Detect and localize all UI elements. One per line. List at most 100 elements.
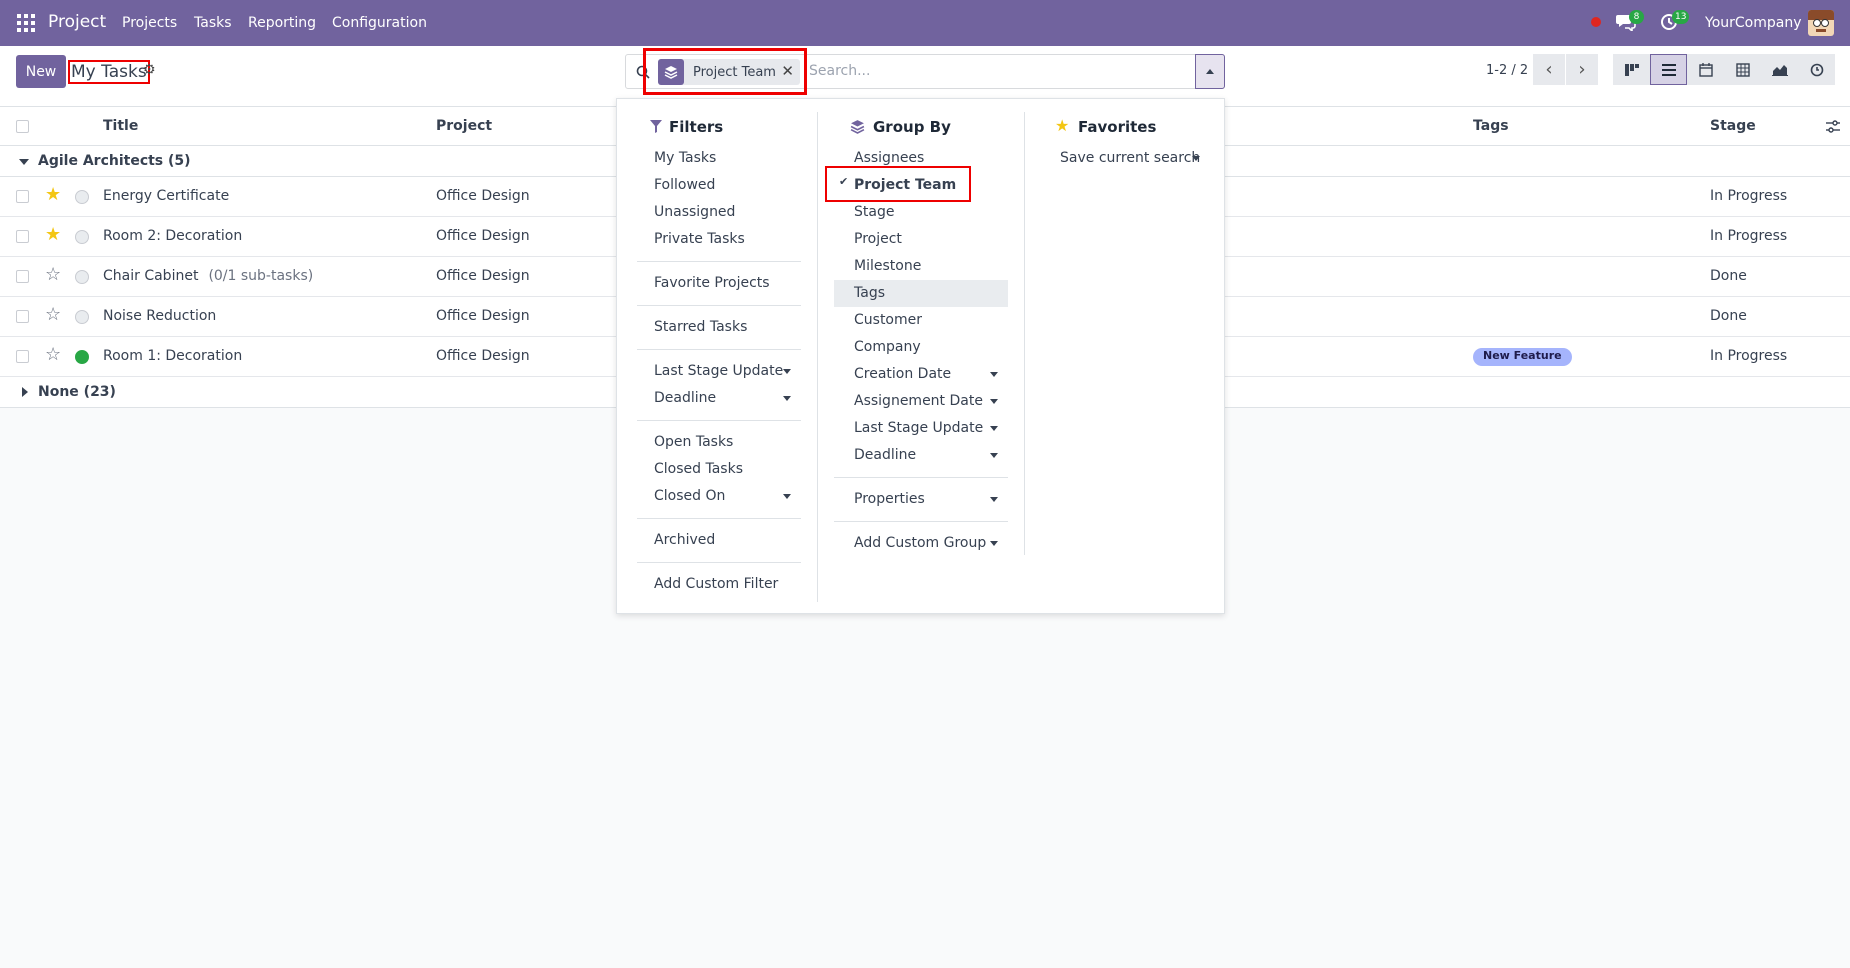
column-tags[interactable]: Tags [1473, 118, 1509, 134]
menu-projects[interactable]: Projects [122, 15, 177, 31]
breadcrumb: My Tasks [68, 60, 150, 84]
user-avatar[interactable] [1808, 10, 1834, 36]
close-icon[interactable]: ✕ [781, 62, 794, 80]
filter-followed[interactable]: Followed [654, 172, 715, 199]
app-brand[interactable]: Project [48, 12, 106, 32]
column-stage[interactable]: Stage [1710, 118, 1756, 134]
new-button[interactable]: New [16, 55, 66, 88]
groupby-company[interactable]: Company [854, 334, 921, 361]
divider [834, 477, 1008, 478]
task-stage: In Progress [1710, 188, 1788, 204]
calendar-view-button[interactable] [1687, 54, 1724, 85]
table-icon [1735, 62, 1750, 77]
add-custom-filter[interactable]: Add Custom Filter [654, 571, 778, 598]
favorites-heading: Favorites [1078, 118, 1157, 136]
status-dot[interactable] [75, 230, 89, 244]
divider [637, 261, 801, 262]
groupby-customer[interactable]: Customer [854, 307, 922, 334]
search-input[interactable] [809, 63, 1189, 79]
group-label: Agile Architects (5) [38, 153, 191, 169]
apps-menu-icon[interactable] [17, 14, 35, 32]
pager-value[interactable]: 1-2 / 2 [1486, 63, 1528, 78]
row-checkbox[interactable] [16, 190, 29, 203]
groupby-deadline[interactable]: Deadline [854, 442, 916, 469]
star-outline-icon[interactable]: ☆ [45, 266, 61, 284]
column-project[interactable]: Project [436, 118, 492, 134]
task-stage: Done [1710, 268, 1747, 284]
activities-icon[interactable]: 13 [1660, 10, 1690, 33]
filter-unassigned[interactable]: Unassigned [654, 199, 735, 226]
groupby-assignement-date[interactable]: Assignement Date [854, 388, 983, 415]
search-facet[interactable]: Project Team ✕ [658, 59, 800, 85]
recording-indicator-icon[interactable] [1591, 17, 1601, 27]
optional-columns-icon[interactable] [1826, 120, 1840, 137]
row-checkbox[interactable] [16, 230, 29, 243]
star-icon[interactable]: ★ [45, 226, 61, 244]
activities-badge: 13 [1672, 10, 1690, 24]
groupby-milestone[interactable]: Milestone [854, 253, 921, 280]
status-dot[interactable] [75, 190, 89, 204]
caret-up-icon [1206, 69, 1214, 74]
filter-closed-tasks[interactable]: Closed Tasks [654, 456, 743, 483]
task-project: Office Design [436, 228, 530, 244]
filter-deadline[interactable]: Deadline [654, 385, 716, 412]
list-view-button[interactable] [1650, 54, 1687, 85]
divider [637, 562, 801, 563]
groupby-stage[interactable]: Stage [854, 199, 894, 226]
groupby-creation-date[interactable]: Creation Date [854, 361, 951, 388]
select-all-checkbox[interactable] [16, 120, 29, 133]
filter-last-stage-update[interactable]: Last Stage Update [654, 358, 783, 385]
groupby-project[interactable]: Project [854, 226, 902, 253]
kanban-view-button[interactable] [1613, 54, 1650, 85]
filter-starred-tasks[interactable]: Starred Tasks [654, 314, 747, 341]
graph-view-button[interactable] [1761, 54, 1798, 85]
gear-icon[interactable]: ⚙ [143, 62, 156, 78]
star-icon[interactable]: ★ [45, 186, 61, 204]
task-stage: Done [1710, 308, 1747, 324]
add-custom-group[interactable]: Add Custom Group [854, 530, 986, 557]
filter-private-tasks[interactable]: Private Tasks [654, 226, 745, 253]
chevron-left-icon: ‹ [1545, 59, 1553, 80]
status-dot[interactable] [75, 350, 89, 364]
group-label: None (23) [38, 384, 116, 400]
favorites-star-icon: ★ [1055, 116, 1070, 135]
menu-reporting[interactable]: Reporting [248, 15, 316, 31]
column-title[interactable]: Title [103, 118, 138, 134]
menu-tasks[interactable]: Tasks [194, 15, 232, 31]
groupby-highlight-box [825, 166, 971, 202]
pager-previous-button[interactable]: ‹ [1533, 54, 1565, 85]
row-checkbox[interactable] [16, 270, 29, 283]
facet-label: Project Team [693, 64, 776, 80]
filter-favorite-projects[interactable]: Favorite Projects [654, 270, 770, 297]
status-dot[interactable] [75, 270, 89, 284]
activity-view-button[interactable] [1798, 54, 1835, 85]
task-project: Office Design [436, 308, 530, 324]
messages-icon[interactable]: 8 [1616, 10, 1644, 33]
star-outline-icon[interactable]: ☆ [45, 346, 61, 364]
filters-heading: Filters [669, 118, 724, 136]
star-outline-icon[interactable]: ☆ [45, 306, 61, 324]
tag-badge: New Feature [1473, 348, 1572, 366]
save-current-search[interactable]: Save current search [1060, 145, 1200, 172]
filter-closed-on[interactable]: Closed On [654, 483, 725, 510]
row-checkbox[interactable] [16, 310, 29, 323]
status-dot[interactable] [75, 310, 89, 324]
filter-archived[interactable]: Archived [654, 527, 715, 554]
task-title-cell: Chair Cabinet (0/1 sub-tasks) [103, 268, 313, 284]
search-options-toggle[interactable] [1195, 54, 1225, 89]
pivot-view-button[interactable] [1724, 54, 1761, 85]
menu-configuration[interactable]: Configuration [332, 15, 427, 31]
pager-next-button[interactable]: › [1566, 54, 1598, 85]
subtask-count: (0/1 sub-tasks) [208, 268, 314, 284]
kanban-icon [1624, 63, 1639, 76]
filter-open-tasks[interactable]: Open Tasks [654, 429, 733, 456]
task-title: Energy Certificate [103, 188, 230, 204]
row-checkbox[interactable] [16, 350, 29, 363]
groupby-properties[interactable]: Properties [854, 486, 925, 513]
groupby-last-stage-update[interactable]: Last Stage Update [854, 415, 983, 442]
groupby-tags[interactable]: Tags [854, 280, 885, 307]
filter-my-tasks[interactable]: My Tasks [654, 145, 716, 172]
company-switcher[interactable]: YourCompany [1705, 15, 1802, 31]
facet-highlight-box: Project Team ✕ [643, 48, 807, 95]
caret-down-icon [783, 396, 791, 401]
